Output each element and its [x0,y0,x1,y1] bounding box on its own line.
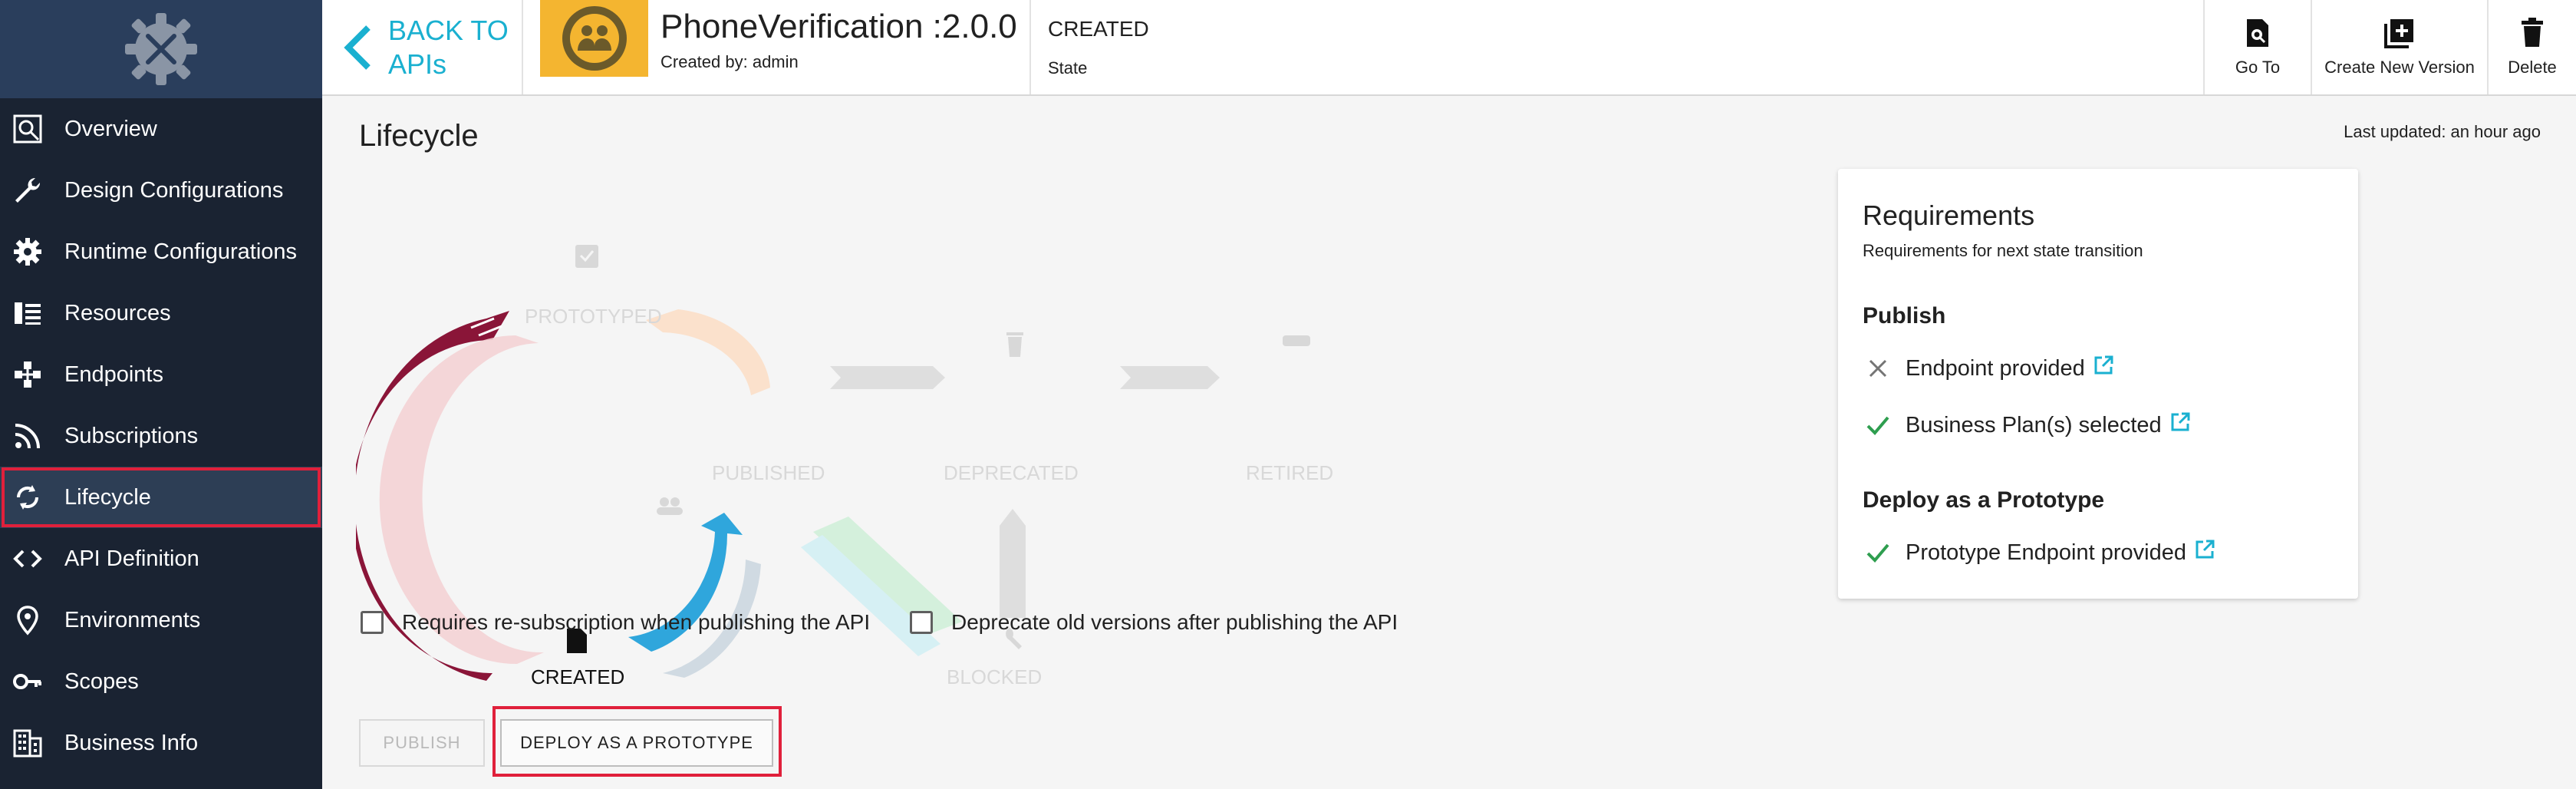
api-header: BACK TO APIs PhoneVerification :2.0.0 Cr… [322,0,2576,96]
code-icon [11,542,44,576]
state-label-prototyped: PROTOTYPED [525,305,662,328]
checkbox-label: Deprecate old versions after publishing … [951,610,1398,634]
state-label-published: PUBLISHED [712,461,825,484]
api-state: CREATED State [1029,0,1149,94]
requirements-card: Requirements Requirements for next state… [1838,169,2358,599]
sidebar-item-endpoints[interactable]: Endpoints [0,344,322,405]
sidebar-logo[interactable] [0,0,322,98]
sidebar-item-scopes[interactable]: Scopes [0,651,322,712]
key-icon [11,665,44,698]
trash-icon [2522,17,2543,47]
sidebar-item-label: Scopes [64,669,139,694]
deprecated-state-icon [1006,332,1023,357]
deprecated-to-retired-arrow [1120,366,1220,389]
overview-icon [11,112,44,146]
building-icon [11,726,44,760]
sidebar-item-resources[interactable]: Resources [0,282,322,344]
published-to-deprecated-arrow [830,366,945,389]
sidebar-item-label: Design Configurations [64,177,284,203]
state-label-deprecated: DEPRECATED [944,461,1079,484]
gear-icon [11,235,44,269]
requirements-subtitle: Requirements for next state transition [1863,241,2143,260]
sidebar-item-label: Endpoints [64,361,163,387]
sidebar-item-label: API Definition [64,546,199,571]
back-label-line2: APIs [388,48,447,80]
requirements-title: Requirements [1863,200,2035,231]
wrench-icon [11,173,44,207]
sidebar-item-label: Overview [64,116,157,141]
sidebar-item-design-configurations[interactable]: Design Configurations [0,160,322,221]
state-label: State [1048,58,1088,78]
sidebar-item-label: Resources [64,300,171,325]
requirement-section-publish: Publish [1863,303,1946,328]
sidebar-item-overview[interactable]: Overview [0,98,322,160]
last-updated: Last updated: an hour ago [2344,122,2541,141]
back-to-apis-button[interactable]: BACK TO APIs [322,0,523,94]
check-icon [1863,537,1893,568]
deprecate-old-versions-checkbox[interactable]: Deprecate old versions after publishing … [910,610,1398,635]
sidebar-item-subscriptions[interactable]: Subscriptions [0,405,322,467]
deprecated-to-blocked-arrow [1000,509,1026,618]
chevron-left-icon [344,25,371,70]
sidebar-item-runtime-configurations[interactable]: Runtime Configurations [0,221,322,282]
go-to-button[interactable]: Go To [2203,0,2311,94]
publisher-logo-icon [125,13,197,85]
state-label-blocked: BLOCKED [947,665,1043,688]
deploy-as-prototype-button[interactable]: DEPLOY AS A PROTOTYPE [500,719,773,767]
checkbox-box[interactable] [361,611,384,634]
prototyped-to-published-arrow [646,309,770,395]
create-new-version-label: Create New Version [2324,57,2475,77]
requirement-endpoint-provided: Endpoint provided [1863,353,2114,384]
requires-resubscription-checkbox[interactable]: Requires re-subscription when publishing… [361,610,870,635]
sidebar: Overview Design Configurations Runtime C… [0,0,322,789]
requirement-business-plans-selected: Business Plan(s) selected [1863,410,2191,441]
state-label-retired: RETIRED [1246,461,1334,484]
requirement-label: Prototype Endpoint provided [1906,540,2186,565]
api-created-by: Created by: admin [660,52,799,71]
add-box-icon [2384,18,2413,48]
endpoints-icon [11,358,44,391]
api-avatar-icon [562,6,627,71]
cross-icon [1863,353,1893,384]
search-doc-icon [2247,18,2268,47]
back-label-line1: BACK TO [388,14,509,46]
requirement-section-deploy-prototype: Deploy as a Prototype [1863,487,2105,513]
publish-button[interactable]: PUBLISH [359,719,485,767]
sidebar-item-label: Business Info [64,730,199,755]
state-label-created: CREATED [531,665,625,688]
rss-icon [11,419,44,453]
resources-icon [11,296,44,330]
external-link-icon[interactable] [2169,411,2191,439]
requirement-prototype-endpoint-provided: Prototype Endpoint provided [1863,537,2215,568]
check-icon [1863,410,1893,441]
api-thumbnail [540,0,648,77]
sidebar-item-business-info[interactable]: Business Info [0,712,322,774]
sync-icon [11,480,44,514]
sidebar-item-api-definition[interactable]: API Definition [0,528,322,589]
main-content: Lifecycle Last updated: an hour ago PROT… [322,96,2576,789]
sidebar-item-environments[interactable]: Environments [0,589,322,651]
requirement-label: Business Plan(s) selected [1906,412,2162,437]
delete-label: Delete [2508,57,2557,77]
published-state-icon [657,497,683,515]
checkbox-box[interactable] [910,611,933,634]
page-title: Lifecycle [359,119,479,153]
location-icon [11,603,44,637]
sidebar-item-label: Lifecycle [64,484,151,510]
state-value: CREATED [1048,17,1149,41]
checkbox-label: Requires re-subscription when publishing… [402,610,871,634]
external-link-icon[interactable] [2194,539,2215,566]
delete-button[interactable]: Delete [2487,0,2576,94]
sidebar-item-lifecycle[interactable]: Lifecycle [0,467,322,528]
retired-state-icon [1283,335,1310,346]
external-link-icon[interactable] [2093,355,2114,382]
sidebar-item-label: Runtime Configurations [64,239,298,264]
go-to-label: Go To [2235,57,2281,77]
sidebar-item-label: Environments [64,607,201,632]
prototyped-state-icon [575,245,598,268]
requirement-label: Endpoint provided [1906,355,2085,381]
sidebar-item-label: Subscriptions [64,423,199,448]
api-name: PhoneVerification :2.0.0 [660,8,1017,45]
create-new-version-button[interactable]: Create New Version [2311,0,2487,94]
